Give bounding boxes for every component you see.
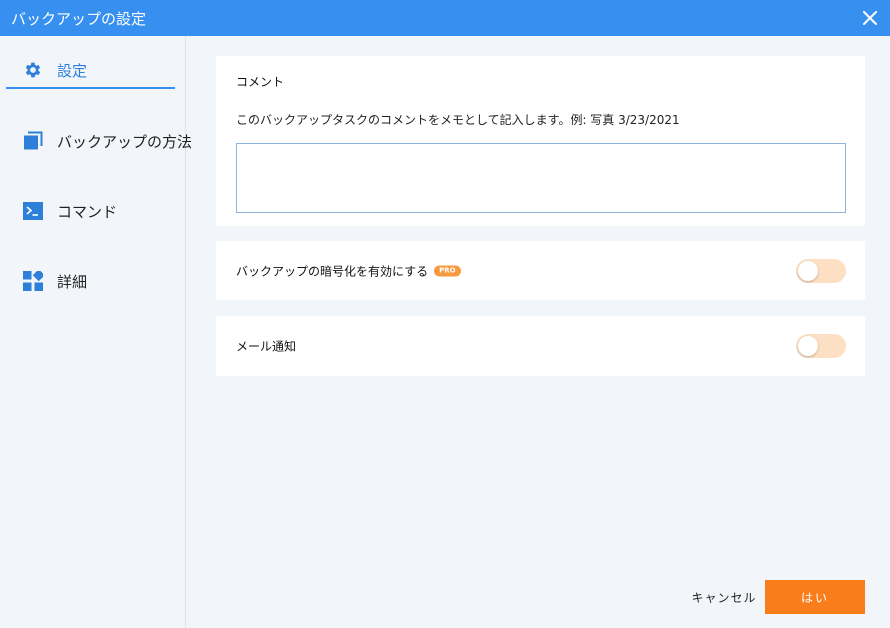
comment-description: このバックアップタスクのコメントをメモとして記入します。例: 写真 3/23/2… bbox=[236, 113, 680, 127]
encryption-row: バックアップの暗号化を有効にする PRO bbox=[236, 262, 461, 279]
encryption-label: バックアップの暗号化を有効にする bbox=[236, 264, 429, 278]
mail-toggle[interactable] bbox=[796, 334, 846, 358]
mail-label: メール通知 bbox=[236, 339, 297, 354]
sidebar-item-command[interactable]: コマンド bbox=[6, 193, 175, 229]
ok-button[interactable]: はい bbox=[765, 580, 865, 614]
title-bar: バックアップの設定 bbox=[0, 0, 890, 36]
sidebar-item-label: 詳細 bbox=[57, 272, 88, 291]
pro-badge: PRO bbox=[434, 265, 461, 276]
copy-icon bbox=[23, 131, 43, 151]
encryption-toggle[interactable] bbox=[796, 258, 846, 283]
toggle-knob bbox=[798, 260, 818, 281]
close-button[interactable] bbox=[858, 6, 882, 30]
sidebar-item-label: 設定 bbox=[57, 61, 88, 80]
mail-card: メール通知 bbox=[216, 316, 865, 376]
mail-row: メール通知 bbox=[236, 338, 296, 355]
sidebar-item-backup-method[interactable]: バックアップの方法 bbox=[6, 123, 192, 159]
comment-input[interactable] bbox=[236, 143, 846, 213]
sidebar-item-label: コマンド bbox=[57, 202, 118, 221]
close-icon bbox=[863, 11, 877, 25]
terminal-icon bbox=[23, 201, 43, 221]
comment-card: コメント このバックアップタスクのコメントをメモとして記入します。例: 写真 3… bbox=[216, 56, 865, 226]
toggle-knob bbox=[798, 336, 818, 356]
cancel-button[interactable]: キャンセル bbox=[683, 580, 765, 614]
sidebar-item-label: バックアップの方法 bbox=[57, 132, 193, 151]
sidebar-item-advanced[interactable]: 詳細 bbox=[6, 263, 175, 299]
grid-icon bbox=[23, 271, 43, 291]
gear-icon bbox=[23, 60, 43, 80]
encryption-card: バックアップの暗号化を有効にする PRO bbox=[216, 241, 865, 300]
comment-title: コメント bbox=[236, 75, 285, 89]
sidebar: 設定 バックアップの方法 コマンド 詳細 bbox=[0, 36, 192, 628]
sidebar-item-settings[interactable]: 設定 bbox=[6, 53, 175, 89]
window-title: バックアップの設定 bbox=[11, 9, 147, 28]
